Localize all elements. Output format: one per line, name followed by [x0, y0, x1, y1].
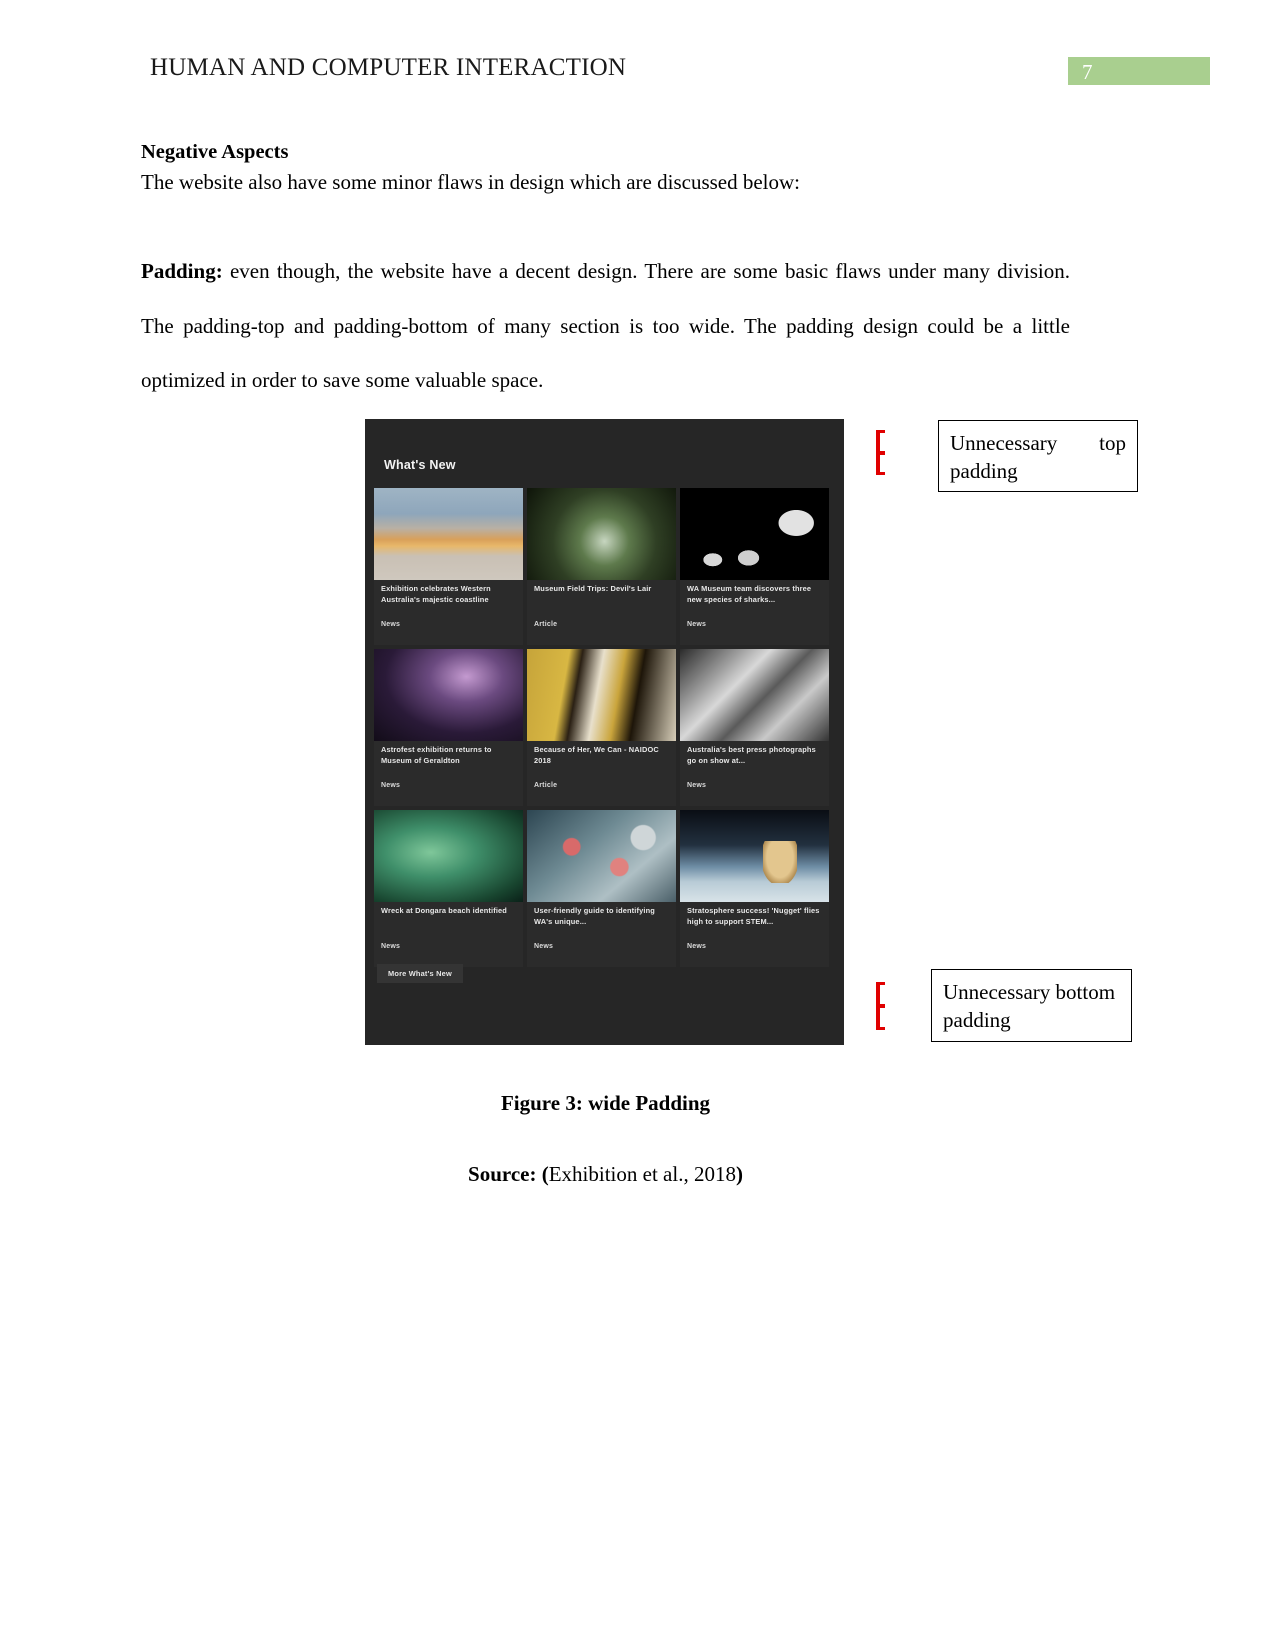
news-card-tag: News — [687, 782, 707, 789]
news-card-tag: News — [381, 782, 401, 789]
news-card-caption: Exhibition celebrates Western Australia'… — [381, 584, 491, 604]
news-card-caption: Museum Field Trips: Devil's Lair — [534, 584, 652, 593]
news-card-tag: Article — [534, 621, 558, 628]
website-screenshot: What's New Exhibition celebrates Western… — [365, 419, 844, 1045]
whats-new-card-grid: Exhibition celebrates Western Australia'… — [372, 488, 837, 971]
news-card[interactable]: Exhibition celebrates Western Australia'… — [374, 488, 523, 645]
page-header: HUMAN AND COMPUTER INTERACTION 7 — [0, 0, 1275, 110]
news-card-tag: Article — [534, 782, 558, 789]
news-card[interactable]: Australia's best press photographs go on… — [680, 649, 829, 806]
padding-paragraph-text: even though, the website have a decent d… — [141, 259, 1070, 392]
figure-source-label: Source: ( — [468, 1162, 549, 1186]
figure-source-text: Exhibition et al., 2018 — [548, 1162, 736, 1186]
news-card-thumbnail — [680, 488, 829, 580]
news-card[interactable]: User-friendly guide to identifying WA's … — [527, 810, 676, 967]
news-card-tag: News — [381, 943, 401, 950]
news-card-tag: News — [687, 943, 707, 950]
figure-source-close: ) — [735, 1162, 743, 1186]
news-card-thumbnail — [374, 810, 523, 902]
news-card-thumbnail — [527, 488, 676, 580]
news-card-thumbnail — [374, 488, 523, 580]
padding-paragraph-label: Padding: — [141, 259, 223, 283]
document-body: Negative Aspects The website also have s… — [141, 138, 1070, 408]
news-card-thumbnail — [374, 649, 523, 741]
news-card-thumbnail — [527, 810, 676, 902]
news-card[interactable]: Museum Field Trips: Devil's Lair Article — [527, 488, 676, 645]
news-card-caption: Australia's best press photographs go on… — [687, 745, 816, 765]
news-card-thumbnail — [680, 810, 829, 902]
news-card-caption: WA Museum team discovers three new speci… — [687, 584, 812, 604]
news-card[interactable]: Wreck at Dongara beach identified News — [374, 810, 523, 967]
callout-top-padding: Unnecessary top padding — [938, 420, 1138, 492]
page-title: HUMAN AND COMPUTER INTERACTION — [150, 54, 627, 81]
news-card-tag: News — [534, 943, 554, 950]
news-card[interactable]: WA Museum team discovers three new speci… — [680, 488, 829, 645]
more-whats-new-button[interactable]: More What's New — [377, 964, 463, 983]
news-card[interactable]: Astrofest exhibition returns to Museum o… — [374, 649, 523, 806]
news-card-caption: User-friendly guide to identifying WA's … — [534, 906, 655, 926]
whats-new-heading: What's New — [384, 458, 456, 472]
news-card-caption: Astrofest exhibition returns to Museum o… — [381, 745, 492, 765]
figure-caption: Figure 3: wide Padding — [500, 1091, 711, 1115]
figure-source: Source: (Exhibition et al., 2018) — [141, 1159, 1070, 1189]
callout-bottom-padding: Unnecessary bottom padding — [931, 969, 1132, 1042]
bottom-padding-brace-marker — [876, 982, 885, 1030]
callout-bottom-padding-text: Unnecessary bottom padding — [943, 980, 1116, 1032]
news-card-caption: Wreck at Dongara beach identified — [381, 906, 507, 915]
news-card-tag: News — [687, 621, 707, 628]
intro-line: The website also have some minor flaws i… — [141, 170, 801, 194]
page-number: 7 — [1082, 60, 1093, 84]
top-padding-brace-marker — [876, 430, 885, 475]
news-card-caption: Stratosphere success! 'Nugget' flies hig… — [687, 906, 820, 926]
page-number-badge: 7 — [1068, 57, 1210, 85]
news-card-tag: News — [381, 621, 401, 628]
section-heading: Negative Aspects — [141, 141, 289, 163]
news-card-thumbnail — [680, 649, 829, 741]
news-card-thumbnail — [527, 649, 676, 741]
callout-top-padding-text: Unnecessary top padding — [950, 431, 1126, 483]
news-card[interactable]: Because of Her, We Can - NAIDOC 2018 Arti… — [527, 649, 676, 806]
news-card-caption: Because of Her, We Can - NAIDOC 2018 — [534, 745, 659, 765]
padding-paragraph: Padding: even though, the website have a… — [141, 244, 1070, 408]
news-card[interactable]: Stratosphere success! 'Nugget' flies hig… — [680, 810, 829, 967]
